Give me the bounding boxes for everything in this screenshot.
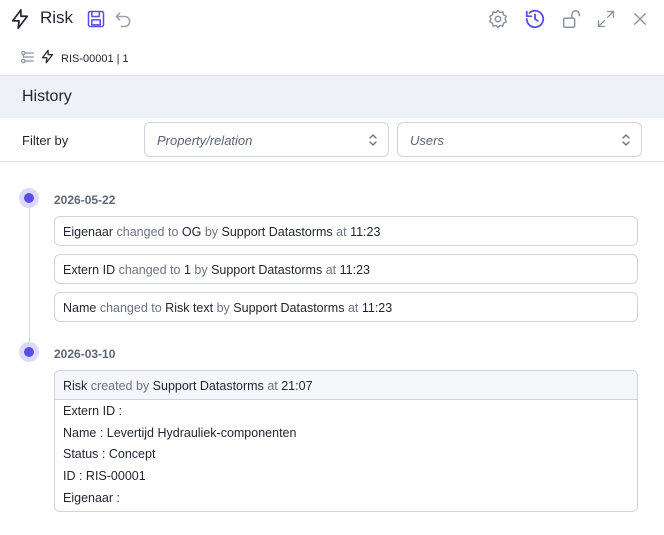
entry-subject: Eigenaar: [63, 225, 114, 239]
filter-row: Filter by Property/relation Users: [0, 118, 664, 162]
chevron-updown-icon: [368, 132, 378, 148]
entry-subject: Risk: [63, 379, 88, 393]
entry-at: at: [336, 225, 347, 239]
created-entry-card: Risk created by Support Datastorms at 21…: [54, 370, 638, 512]
history-icon[interactable]: [521, 5, 549, 33]
relations-icon[interactable]: [20, 49, 36, 70]
group-date: 2026-03-10: [54, 347, 116, 361]
entry-subject: Name: [63, 301, 97, 315]
history-entry: Name changed to Risk text by Support Dat…: [54, 292, 638, 322]
unlock-icon[interactable]: [557, 5, 585, 33]
entry-by: by: [216, 301, 230, 315]
breadcrumb: RIS-00001 | 1: [20, 48, 129, 70]
lightning-icon: [40, 49, 55, 69]
entry-action: changed to: [116, 225, 179, 239]
entry-subject: Extern ID: [63, 263, 116, 277]
entry-value: OG: [181, 225, 202, 239]
users-placeholder: Users: [410, 133, 444, 148]
entry-user: Support Datastorms: [221, 225, 333, 239]
property-relation-select[interactable]: Property/relation: [144, 122, 389, 157]
breadcrumb-item[interactable]: RIS-00001 | 1: [61, 53, 129, 65]
entry-by: by: [204, 225, 219, 239]
entry-value: 1: [183, 263, 191, 277]
close-icon[interactable]: [626, 5, 654, 33]
created-field: Name : Levertijd Hydrauliek-componenten: [63, 426, 297, 440]
chevron-updown-icon: [621, 132, 631, 148]
settings-icon[interactable]: [484, 5, 512, 33]
timeline-dot: [19, 188, 39, 208]
entry-action: created by: [90, 379, 150, 393]
created-field: ID : RIS-00001: [63, 469, 146, 483]
entry-time: 11:23: [361, 301, 393, 315]
created-field: Status : Concept: [63, 447, 156, 461]
top-bar: Risk: [0, 0, 664, 40]
undo-icon[interactable]: [109, 5, 137, 33]
timeline-dot: [19, 342, 39, 362]
lightning-icon: [6, 5, 34, 33]
entry-time: 21:07: [281, 379, 313, 393]
history-entry: Eigenaar changed to OG by Support Datast…: [54, 216, 638, 246]
entry-time: 11:23: [350, 225, 381, 239]
property-relation-placeholder: Property/relation: [157, 133, 253, 148]
history-header: History: [0, 75, 664, 118]
entry-by: by: [194, 263, 208, 277]
entry-action: changed to: [99, 301, 162, 315]
entry-user: Support Datastorms: [152, 379, 264, 393]
created-field: Extern ID :: [63, 404, 123, 418]
save-icon[interactable]: [82, 5, 110, 33]
entry-at: at: [325, 263, 337, 277]
entry-user: Support Datastorms: [233, 301, 345, 315]
expand-icon[interactable]: [592, 5, 620, 33]
group-date: 2026-05-22: [54, 193, 116, 207]
history-title: History: [22, 88, 72, 105]
created-entry-header: Risk created by Support Datastorms at 21…: [55, 371, 637, 400]
entry-user: Support Datastorms: [211, 263, 323, 277]
filter-label: Filter by: [22, 133, 69, 148]
entry-at: at: [347, 301, 359, 315]
entry-at: at: [267, 379, 278, 393]
entry-time: 11:23: [339, 263, 370, 277]
history-entry: Extern ID changed to 1 by Support Datast…: [54, 254, 638, 284]
page-title: Risk: [40, 8, 74, 27]
users-select[interactable]: Users: [397, 122, 642, 157]
entry-value: Risk text: [165, 301, 214, 315]
timeline-line: [29, 198, 30, 352]
created-field: Eigenaar :: [63, 491, 120, 505]
entry-action: changed to: [118, 263, 181, 277]
